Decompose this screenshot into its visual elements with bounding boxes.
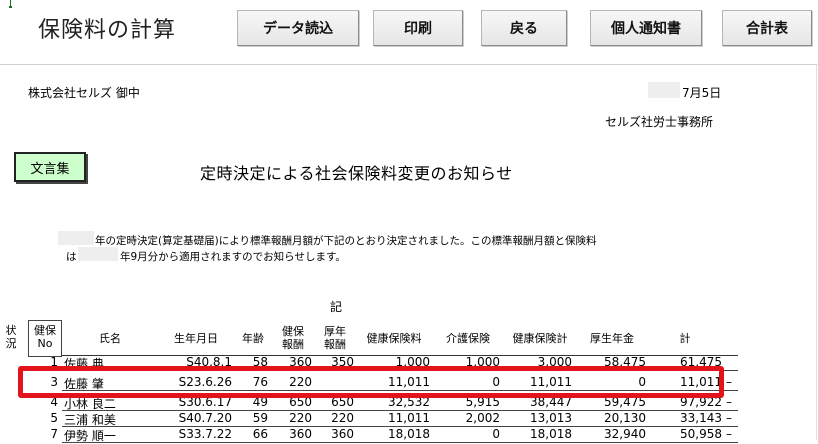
ki-heading: 記 <box>330 300 343 314</box>
highlighted-row-outline <box>18 366 724 398</box>
col-header-kosei-nenkin: 厚生年金 <box>590 332 634 345</box>
load-data-button[interactable]: データ読込 <box>237 10 359 46</box>
table-row[interactable]: 5 三浦 和美 S40.7.20 59 220 220 11,011 2,002 13,013 2… <box>0 411 818 427</box>
redacted-year <box>648 82 680 98</box>
cell-kenko-total: 18,018 <box>530 427 572 441</box>
cell-mark: – <box>726 427 732 441</box>
app-title: 保険料の計算 <box>38 18 177 43</box>
cell-kosei-nenkin: 20,130 <box>604 411 646 425</box>
col-header-birth: 生年月日 <box>174 332 218 345</box>
cell-birth: S40.7.20 <box>178 411 232 425</box>
cell-total: 50,958 <box>680 427 722 441</box>
sender-office: セルズ社労士事務所 <box>605 115 714 129</box>
col-header-kenko-hokenryo: 健康保険料 <box>366 332 422 345</box>
notice-paragraph-line2: 年9月分から適用されますのでお知らせします。 <box>120 251 346 263</box>
redacted-year-1 <box>58 231 94 245</box>
cell-kosei-hoshu: 220 <box>331 411 354 425</box>
template-phrases-button[interactable]: 文言集 <box>14 152 86 182</box>
letter-date: 7月5日 <box>682 86 722 100</box>
col-header-kaigo: 介護保険 <box>446 332 490 345</box>
notice-paragraph-line2-prefix: は <box>66 251 77 263</box>
cell-kaigo: 2,002 <box>465 411 500 425</box>
col-header-status: 状況 <box>5 324 17 350</box>
cell-kenpo-hoshu: 360 <box>289 427 312 441</box>
cell-birth: S33.7.22 <box>178 427 232 441</box>
table-row[interactable]: 7 伊勢 順一 S33.7.22 66 360 360 18,018 0 18,018 32,94… <box>0 427 818 443</box>
cell-age: 59 <box>252 411 268 425</box>
cell-kaigo: 0 <box>492 427 500 441</box>
cell-mark: – <box>726 375 732 389</box>
summary-table-button[interactable]: 合計表 <box>722 10 812 46</box>
col-header-kosei-hoshu: 厚年報酬 <box>324 325 346 351</box>
cell-total: 33,143 <box>680 411 722 425</box>
redacted-year-2 <box>78 247 118 261</box>
print-button[interactable]: 印刷 <box>373 10 463 46</box>
cell-mark: – <box>726 395 732 409</box>
cell-kosei-hoshu: 360 <box>331 427 354 441</box>
cell-mark: – <box>726 411 732 425</box>
recipient-company: 株式会社セルズ 御中 <box>28 86 140 100</box>
col-header-age: 年齢 <box>242 332 264 345</box>
row-separator <box>62 442 738 443</box>
sheet-corner-marker-dot <box>9 6 12 8</box>
col-header-kenpo-hoshu: 健保報酬 <box>282 325 304 351</box>
cell-kenko-hokenryo: 11,011 <box>388 411 430 425</box>
col-header-total: 計 <box>679 332 691 345</box>
cell-kenpo-hoshu: 220 <box>289 411 312 425</box>
back-button[interactable]: 戻る <box>481 10 567 46</box>
cell-kenko-total: 13,013 <box>530 411 572 425</box>
cell-age: 66 <box>252 427 268 441</box>
col-header-name: 氏名 <box>99 332 121 345</box>
personal-notice-button[interactable]: 個人通知書 <box>590 10 702 46</box>
cell-kosei-nenkin: 32,940 <box>604 427 646 441</box>
notice-subject: 定時決定による社会保険料変更のお知らせ <box>200 164 513 183</box>
header-divider <box>0 64 818 65</box>
col-header-no: 健保No <box>34 324 56 350</box>
col-header-kenko-total: 健康保険計 <box>512 332 568 345</box>
cell-no: 7 <box>50 427 58 441</box>
cell-kenko-hokenryo: 18,018 <box>388 427 430 441</box>
cell-no: 5 <box>50 411 58 425</box>
notice-paragraph-line1: 年の定時決定(算定基礎届)により標準報酬月額が下記のとおり決定されました。この標… <box>95 235 597 247</box>
